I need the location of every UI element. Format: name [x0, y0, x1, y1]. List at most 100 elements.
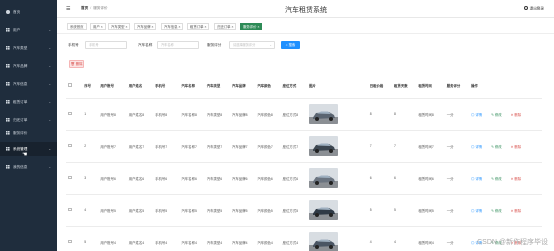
tab-users[interactable]: 用户 ×: [90, 23, 106, 30]
cell-no: 2: [82, 130, 99, 163]
cell-score: 一分: [444, 194, 469, 227]
cell-days: 5: [392, 194, 417, 227]
detail-button[interactable]: ◎ 详情: [471, 209, 486, 213]
score-select[interactable]: 请选择服务评分 ⌄: [229, 41, 275, 49]
grid-icon: [6, 82, 10, 86]
cell-name: 用户姓名7: [126, 130, 154, 163]
tab-car-type[interactable]: 汽车类型 ×: [108, 23, 131, 30]
tab-return-orders[interactable]: 归还订单 ×: [214, 23, 237, 30]
column-header: 汽车品牌: [230, 73, 256, 99]
cell-days: 4: [392, 226, 417, 251]
cell-account: 用户账号7: [98, 130, 127, 163]
cell-account: 用户账号6: [98, 162, 127, 195]
menu-toggle-icon[interactable]: ☰: [66, 6, 70, 12]
car-image: [308, 103, 338, 124]
grid-icon: [6, 165, 10, 169]
row-checkbox[interactable]: [68, 143, 72, 148]
cell-seat: 座位方式7: [280, 130, 307, 163]
breadcrumb-current: 服务评价: [93, 6, 108, 10]
cell-name: 用户姓名8: [126, 98, 154, 131]
tab-rent-orders[interactable]: 租赁订单 ×: [187, 23, 210, 30]
delete-button[interactable]: ✕ 删除: [511, 113, 526, 117]
cell-type: 汽车类型5: [204, 194, 231, 227]
cell-color: 汽车颜色4: [255, 226, 281, 251]
cell-account: 用户账号8: [98, 98, 127, 131]
cell-time: 租赁时间4: [416, 226, 445, 251]
row-checkbox[interactable]: [68, 207, 72, 212]
sidebar-item-home[interactable]: 首页: [0, 5, 57, 19]
sidebar-item-car-info[interactable]: 汽车信息 ⌄: [0, 77, 57, 91]
sidebar-item-return-orders[interactable]: 归还订单 ⌄: [0, 113, 57, 127]
cell-name: 用户姓名4: [126, 226, 154, 251]
table-row: 1 用户账号8 用户姓名8 手机号8 汽车名称8 汽车类型8 汽车品牌8 汽车颜色8 座位方式8…: [66, 98, 542, 131]
cell-price: 8: [367, 98, 393, 131]
breadcrumb: 首页 / 服务评价: [81, 6, 108, 10]
table-row: 5 用户账号4 用户姓名4 手机号4 汽车名称4 汽车类型4 汽车品牌4 汽车颜色4 座位方式4…: [66, 226, 542, 251]
grid-icon: [6, 28, 10, 32]
sidebar-item-reviews[interactable]: 服务评价: [0, 126, 57, 140]
car-name-input[interactable]: 汽车名称: [157, 41, 199, 49]
delete-button[interactable]: ✕ 删除: [511, 177, 526, 181]
search-form: 手机号 手机号 汽车名称 汽车名称 服务评分 请选择服务评分 ⌄ ⌕ 搜索: [57, 40, 554, 52]
cell-brand: 汽车品牌7: [230, 130, 256, 163]
phone-input[interactable]: 手机号: [85, 41, 127, 49]
table-header-row: 序号 用户账号 用户姓名 手机号 汽车名称 汽车类型 汽车品牌 汽车颜色 座位方…: [66, 73, 542, 99]
edit-button[interactable]: ✎ 修改: [491, 177, 506, 181]
tab-reviews[interactable]: 服务评价 ×: [240, 23, 263, 30]
cell-name: 用户姓名5: [126, 194, 154, 227]
chevron-down-icon: ⌄: [48, 82, 51, 86]
edit-button[interactable]: ✎ 修改: [491, 209, 506, 213]
table-row: 3 用户账号6 用户姓名6 手机号6 汽车名称6 汽车类型6 汽车品牌6 汽车颜色6 座位方式6…: [66, 162, 542, 195]
grid-icon: [6, 46, 10, 50]
cell-score: 一分: [444, 226, 469, 251]
batch-delete-button[interactable]: 🗑 删除: [69, 60, 84, 68]
tab-home[interactable]: 系统首页: [67, 23, 87, 30]
home-icon: [6, 10, 10, 14]
cell-car: 汽车名称6: [179, 162, 205, 195]
row-checkbox[interactable]: [68, 175, 72, 180]
cell-car: 汽车名称7: [179, 130, 205, 163]
edit-button[interactable]: ✎ 修改: [491, 113, 506, 117]
cell-car: 汽车名称4: [179, 226, 205, 251]
detail-button[interactable]: ◎ 详情: [471, 177, 486, 181]
cell-brand: 汽车品牌5: [230, 194, 256, 227]
select-all-checkbox[interactable]: [68, 82, 72, 87]
chevron-down-icon: ⌄: [48, 147, 51, 151]
sidebar-item-system[interactable]: 系统管理 ⌄: [0, 142, 57, 156]
cell-time: 租赁时间5: [416, 194, 445, 227]
cell-score: 一分: [444, 98, 469, 131]
row-checkbox[interactable]: [68, 239, 72, 244]
column-header: 用户姓名: [126, 73, 154, 99]
tab-car-brand[interactable]: 汽车品牌 ×: [134, 23, 157, 30]
mouse-cursor-icon: ☚: [22, 152, 28, 158]
tab-car-info[interactable]: 汽车信息 ×: [161, 23, 184, 30]
edit-button[interactable]: ✎ 修改: [491, 145, 506, 149]
cell-color: 汽车颜色5: [255, 194, 281, 227]
delete-button[interactable]: ✕ 删除: [511, 145, 526, 149]
logout-button[interactable]: 退出登录: [523, 6, 544, 12]
cell-phone: 手机号8: [153, 98, 180, 131]
column-header: 用户账号: [98, 73, 127, 99]
chevron-down-icon: ⌄: [48, 100, 51, 104]
delete-button[interactable]: ✕ 删除: [511, 209, 526, 213]
row-checkbox[interactable]: [68, 111, 72, 116]
breadcrumb-home[interactable]: 首页: [81, 6, 88, 10]
table-row: 2 用户账号7 用户姓名7 手机号7 汽车名称7 汽车类型7 汽车品牌7 汽车颜色7 座位方式7…: [66, 130, 542, 163]
detail-button[interactable]: ◎ 详情: [471, 145, 486, 149]
cell-account: 用户账号5: [98, 194, 127, 227]
cell-type: 汽车类型7: [204, 130, 231, 163]
chevron-down-icon: ⌄: [48, 46, 51, 50]
column-header: 手机号: [153, 73, 180, 99]
cell-days: 7: [392, 130, 417, 163]
sidebar-item-my-info[interactable]: 我的信息 ⌄: [0, 160, 57, 174]
detail-button[interactable]: ◎ 详情: [471, 113, 486, 117]
chevron-down-icon: ⌄: [48, 28, 51, 32]
cell-seat: 座位方式6: [280, 162, 307, 195]
sidebar-item-car-brand[interactable]: 汽车品牌 ⌄: [0, 59, 57, 73]
sidebar-item-rent-orders[interactable]: 租赁订单 ⌄: [0, 95, 57, 109]
power-icon: [523, 6, 528, 10]
search-button[interactable]: ⌕ 搜索: [281, 41, 300, 49]
cell-score: 一分: [444, 130, 469, 163]
sidebar-item-car-type[interactable]: 汽车类型 ⌄: [0, 41, 57, 55]
sidebar-item-users[interactable]: 用户 ⌄: [0, 23, 57, 37]
